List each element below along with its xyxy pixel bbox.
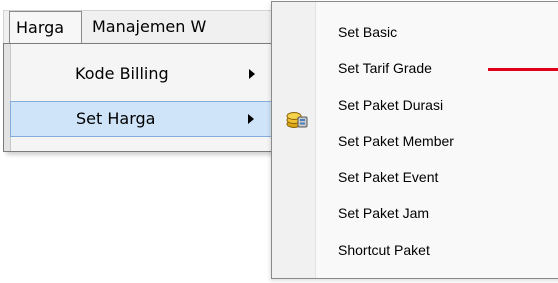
menu-item-set-harga[interactable]: Set Harga [10,101,273,137]
menu-item-kode-billing[interactable]: Kode Billing [10,56,273,92]
menu-manajemen[interactable]: Manajemen W [82,11,212,43]
submenu-item-set-basic[interactable]: Set Basic [315,17,558,47]
submenu-icon-column [272,2,316,278]
menu-item-label: Kode Billing [75,64,169,83]
menu-harga[interactable]: Harga [9,11,82,43]
menu-item-label: Set Harga [76,109,156,128]
harga-dropdown: Kode Billing Set Harga [3,43,278,152]
submenu-item-set-paket-durasi[interactable]: Set Paket Durasi [315,90,558,120]
menu-bar: Harga Manajemen W [3,10,278,43]
submenu-item-shortcut-paket[interactable]: Shortcut Paket [315,235,558,265]
submenu-arrow-icon [249,69,255,79]
annotation-line [488,68,558,71]
coins-icon [286,112,308,128]
submenu-item-set-paket-event[interactable]: Set Paket Event [315,162,558,192]
set-harga-submenu: Set Basic Set Tarif Grade Set Paket Dura… [271,1,558,279]
submenu-item-set-paket-member[interactable]: Set Paket Member [315,126,558,156]
submenu-arrow-icon [248,114,254,124]
submenu-item-set-paket-jam[interactable]: Set Paket Jam [315,198,558,228]
